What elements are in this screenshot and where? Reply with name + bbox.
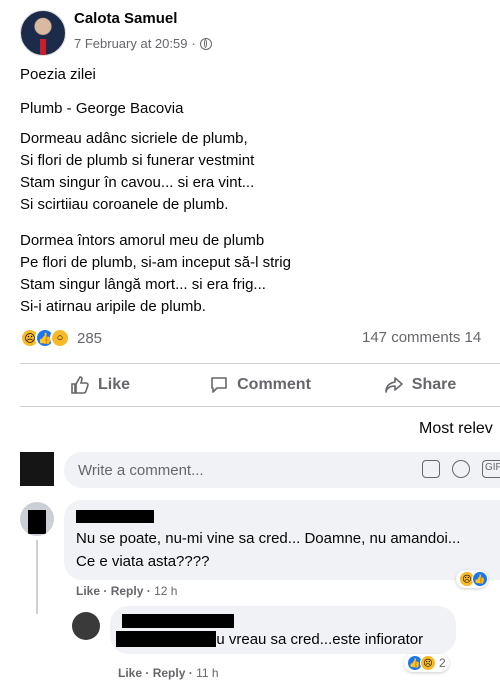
reply-text: nu vreau sa cred...este infiorator — [208, 631, 424, 648]
redacted-author — [122, 614, 234, 628]
reactions-summary[interactable]: ☹ 👍 ○ 285 — [20, 328, 102, 348]
comment-line: Nu se poate, nu-mi vine sa cred... Doamn… — [76, 530, 461, 547]
share-button[interactable]: Share — [340, 364, 500, 406]
poem-line: Si flori de plumb si funerar vestmint — [20, 152, 255, 169]
comment-input-placeholder: Write a comment... — [78, 461, 204, 479]
reaction-count: 285 — [77, 329, 103, 347]
poem-line: Stam singur în cavou... si era vint... — [20, 174, 255, 191]
meta-separator: · — [191, 36, 196, 51]
composer-tools: GIF — [422, 460, 500, 478]
reply-time[interactable]: 11 h — [196, 666, 218, 680]
comment-button[interactable]: Comment — [180, 364, 340, 406]
poem-stanza-2: Dormea întors amorul meu de plumb Pe flo… — [20, 230, 291, 318]
reply-avatar[interactable] — [72, 612, 100, 640]
sad-reaction-icon: ☹ — [420, 655, 436, 671]
comment-bubble: Nu se poate, nu-mi vine sa cred... Doamn… — [64, 500, 500, 580]
comment-sort-dropdown[interactable]: Most relev — [419, 420, 493, 438]
poem-line: Dormeau adânc sicriele de plumb, — [20, 130, 248, 147]
commenter-avatar[interactable] — [20, 502, 54, 536]
share-label: Share — [411, 376, 457, 393]
like-button[interactable]: Like — [20, 364, 180, 406]
action-bar: Like Comment Share — [20, 364, 500, 406]
comment-like-button[interactable]: Like — [76, 584, 100, 598]
comment-time[interactable]: 12 h — [154, 584, 177, 598]
reply-reactions[interactable]: 👍 ☹ 2 — [404, 654, 449, 672]
globe-icon[interactable] — [199, 37, 212, 50]
dot-separator: · — [145, 666, 150, 680]
author-name[interactable]: Calota Samuel — [74, 10, 177, 27]
post-timestamp[interactable]: 7 February at 20:59 — [74, 36, 187, 51]
comment-icon — [211, 377, 227, 393]
avatar-sticker-icon[interactable] — [422, 460, 440, 478]
poem-line: Stam singur lângă mort... si era frig... — [20, 276, 266, 293]
comment-reactions[interactable]: ☹ 👍 — [456, 570, 488, 588]
emoji-icon[interactable] — [452, 460, 470, 478]
thread-line — [36, 540, 38, 614]
dot-separator: · — [188, 666, 193, 680]
current-user-avatar[interactable] — [20, 452, 54, 486]
comment-actions: Like · Reply · 12 h — [76, 584, 177, 598]
thumbs-up-icon — [71, 376, 89, 394]
poem-title: Plumb - George Bacovia — [20, 100, 184, 117]
comment-label: Comment — [237, 376, 311, 393]
comments-count[interactable]: 147 comments 14 — [362, 329, 481, 346]
post-intro: Poezia zilei — [20, 66, 96, 83]
wow-reaction-icon: ○ — [50, 328, 70, 348]
post-meta: 7 February at 20:59 · — [74, 36, 212, 51]
comment-text: Nu se poate, nu-mi vine sa cred... Doamn… — [76, 527, 460, 573]
poem-line: Si-i atirnau aripile de plumb. — [20, 298, 206, 315]
like-label: Like — [97, 376, 130, 393]
avatar-tie — [40, 39, 46, 55]
reply-reaction-count: 2 — [439, 656, 446, 670]
reply-reply-button[interactable]: Reply — [153, 666, 186, 680]
poem-line: Dormea întors amorul meu de plumb — [20, 232, 265, 249]
redacted-author — [76, 510, 154, 523]
reply-bubble: nu vreau sa cred...este infiorator — [110, 606, 456, 654]
poem-line: Pe flori de plumb, si-am inceput să-l st… — [20, 254, 291, 271]
reply-like-button[interactable]: Like — [118, 666, 142, 680]
poem-line: Si scirtiiau coroanele de plumb. — [20, 196, 229, 213]
reply-actions: Like · Reply · 11 h — [118, 666, 219, 680]
comment-line: Ce e viata asta???? — [76, 553, 210, 570]
gif-icon[interactable]: GIF — [482, 460, 500, 478]
redaction — [28, 510, 46, 534]
share-icon — [384, 377, 403, 393]
poem-stanza-1: Dormeau adânc sicriele de plumb, Si flor… — [20, 128, 254, 216]
author-avatar[interactable] — [20, 10, 66, 56]
dot-separator: · — [103, 584, 108, 598]
dot-separator: · — [146, 584, 151, 598]
divider — [20, 406, 500, 407]
like-reaction-icon: 👍 — [472, 571, 488, 587]
redacted-mention — [116, 631, 216, 647]
comment-reply-button[interactable]: Reply — [111, 584, 144, 598]
